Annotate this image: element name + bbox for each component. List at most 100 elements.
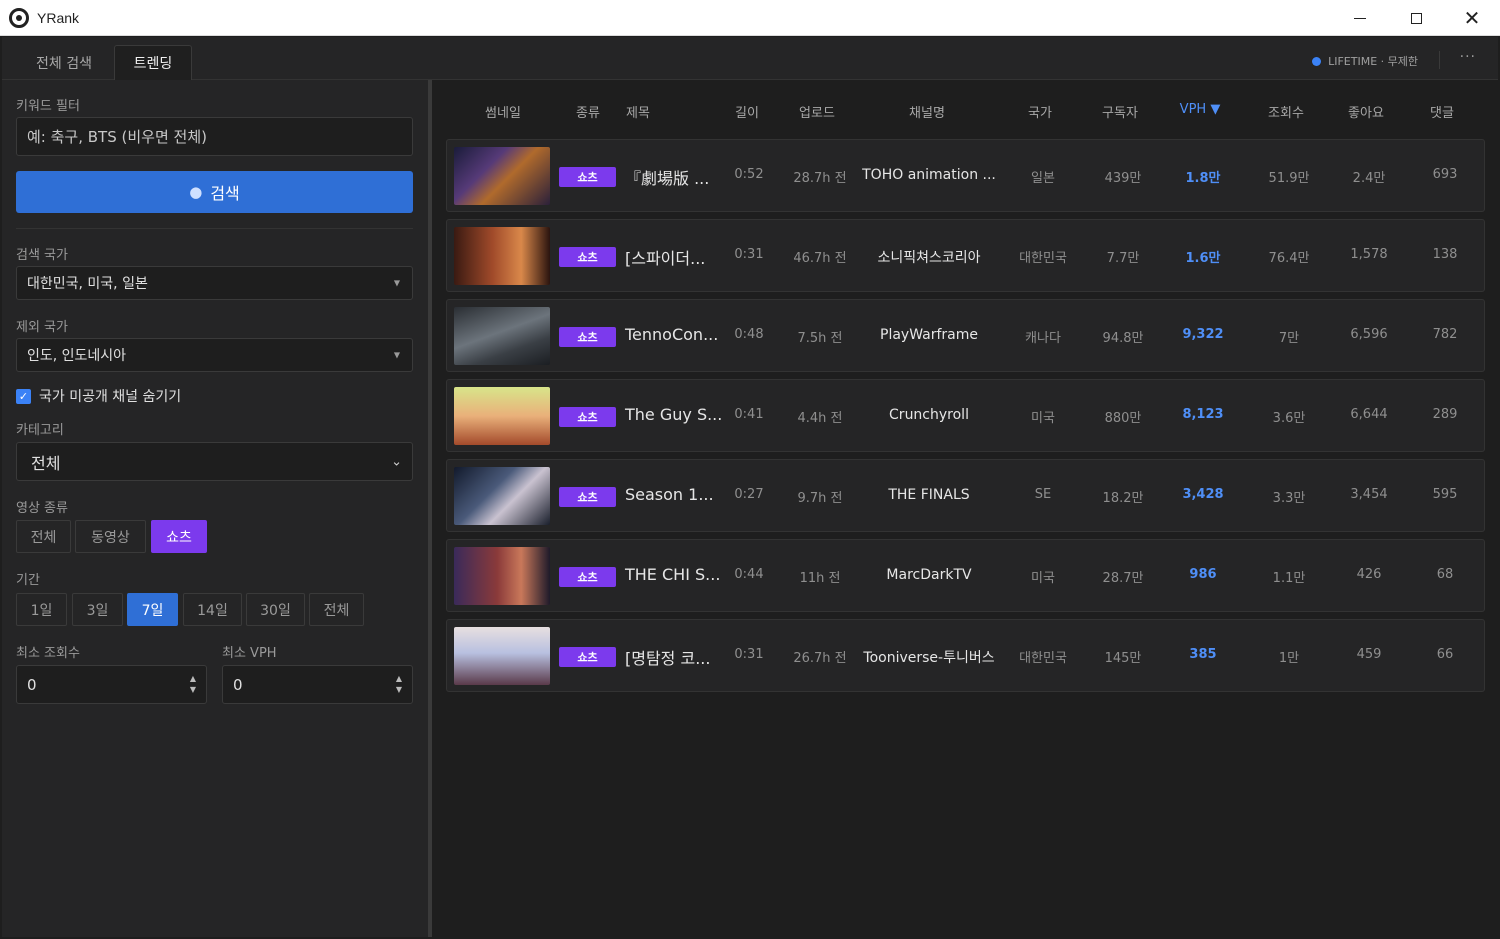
- cell-length: 0:27: [734, 487, 764, 502]
- cell-channel[interactable]: Tooniverse-투니버스: [863, 647, 994, 667]
- cell-subs: 880만: [1104, 411, 1142, 426]
- cell-channel[interactable]: THE FINALS: [888, 487, 969, 503]
- cell-length: 0:48: [734, 327, 764, 342]
- cell-likes: 459: [1356, 647, 1382, 662]
- hide-unlisted-checkbox[interactable]: ✓: [16, 388, 31, 404]
- table-row[interactable]: 쇼츠 The Guy S... 0:41 4.4h 전 Crunchyroll 미국 880…: [446, 379, 1485, 452]
- video-title[interactable]: The Guy S...: [625, 405, 722, 424]
- dropdown-caret-icon: ▼: [393, 278, 400, 288]
- category-select[interactable]: 전체 ⌄: [16, 442, 413, 481]
- category-value: 전체: [31, 453, 61, 473]
- video-type-video[interactable]: 동영상: [75, 520, 146, 553]
- video-type-label: 영상 종류: [16, 501, 68, 516]
- tab-trending[interactable]: 트렌딩: [114, 45, 192, 80]
- hide-unlisted-label: 국가 미공개 채널 숨기기: [39, 389, 182, 405]
- stepper-arrows-icon[interactable]: ▲ ▼: [190, 673, 196, 695]
- video-thumbnail[interactable]: [454, 307, 550, 365]
- col-title[interactable]: 제목: [626, 102, 650, 121]
- cell-channel[interactable]: Crunchyroll: [889, 407, 969, 423]
- video-title[interactable]: THE CHI S...: [625, 565, 720, 584]
- cell-vph: 385: [1189, 647, 1217, 662]
- period-3d[interactable]: 3일: [72, 593, 123, 626]
- cell-country: 일본: [1031, 171, 1055, 186]
- cell-subs: 18.2만: [1102, 491, 1144, 506]
- cell-channel[interactable]: PlayWarframe: [880, 327, 978, 343]
- cell-channel[interactable]: 소니픽쳐스코리아: [877, 247, 980, 267]
- min-vph-value: 0: [233, 675, 243, 694]
- app-logo-icon: [9, 7, 29, 28]
- cell-subs: 94.8만: [1102, 331, 1144, 346]
- video-thumbnail[interactable]: [454, 547, 550, 605]
- video-thumbnail[interactable]: [454, 627, 550, 685]
- min-views-stepper[interactable]: 0 ▲ ▼: [16, 665, 207, 704]
- exclude-country-select[interactable]: 인도, 인도네시아 ▼: [16, 338, 413, 372]
- cell-views: 1.1만: [1272, 571, 1306, 586]
- table-row[interactable]: 쇼츠 TennoCon... 0:48 7.5h 전 PlayWarframe 캐나다 94…: [446, 299, 1485, 372]
- cell-country: 캐나다: [1025, 331, 1061, 346]
- video-thumbnail[interactable]: [454, 467, 550, 525]
- col-thumbnail[interactable]: 썸네일: [485, 102, 521, 121]
- col-channel[interactable]: 채널명: [909, 102, 945, 121]
- period-14d[interactable]: 14일: [183, 593, 242, 626]
- period-1d[interactable]: 1일: [16, 593, 67, 626]
- cell-likes: 2.4만: [1352, 171, 1386, 186]
- col-views[interactable]: 조회수: [1268, 102, 1304, 121]
- period-30d[interactable]: 30일: [246, 593, 305, 626]
- video-title[interactable]: [명탐정 코...: [625, 645, 710, 669]
- video-type-all[interactable]: 전체: [16, 520, 71, 553]
- video-title[interactable]: [스파이더...: [625, 245, 705, 269]
- cell-comments: 782: [1432, 327, 1458, 342]
- period-all[interactable]: 전체: [309, 593, 364, 626]
- video-type-shorts[interactable]: 쇼츠: [151, 520, 207, 553]
- video-title[interactable]: Season 1...: [625, 485, 714, 504]
- period-7d[interactable]: 7일: [127, 593, 178, 626]
- search-country-select[interactable]: 대한민국, 미국, 일본 ▼: [16, 266, 413, 300]
- minimize-button[interactable]: [1332, 0, 1388, 36]
- video-thumbnail[interactable]: [454, 147, 550, 205]
- cell-views: 51.9만: [1268, 171, 1310, 186]
- col-comments[interactable]: 댓글: [1430, 102, 1454, 121]
- cell-vph: 9,322: [1182, 327, 1224, 342]
- license-badge: LIFETIME · 무제한: [1312, 53, 1418, 69]
- col-likes[interactable]: 좋아요: [1348, 102, 1384, 121]
- maximize-button[interactable]: [1388, 0, 1444, 36]
- table-row[interactable]: 쇼츠 Season 1... 0:27 9.7h 전 THE FINALS SE 18.2만…: [446, 459, 1485, 532]
- video-thumbnail[interactable]: [454, 387, 550, 445]
- stepper-arrows-icon[interactable]: ▲ ▼: [396, 673, 402, 695]
- table-row[interactable]: 쇼츠 THE CHI S... 0:44 11h 전 MarcDarkTV 미국 28.7만…: [446, 539, 1485, 612]
- type-badge: 쇼츠: [559, 647, 616, 667]
- minimize-icon: [1354, 17, 1366, 19]
- col-country[interactable]: 국가: [1028, 102, 1052, 121]
- cell-channel[interactable]: MarcDarkTV: [886, 567, 971, 583]
- video-title[interactable]: 『劇場版 ...: [625, 165, 709, 189]
- license-text: LIFETIME · 무제한: [1328, 55, 1418, 68]
- col-subscribers[interactable]: 구독자: [1102, 102, 1138, 121]
- cell-likes: 1,578: [1350, 247, 1388, 262]
- video-title[interactable]: TennoCon...: [625, 325, 718, 344]
- table-row[interactable]: 쇼츠 [명탐정 코... 0:31 26.7h 전 Tooniverse-투니버스 대한민…: [446, 619, 1485, 692]
- col-length[interactable]: 길이: [735, 102, 759, 121]
- tab-all-search[interactable]: 전체 검색: [16, 45, 112, 80]
- min-vph-stepper[interactable]: 0 ▲ ▼: [222, 665, 413, 704]
- more-options-button[interactable]: ···: [1460, 49, 1476, 65]
- hide-unlisted-row[interactable]: ✓ 국가 미공개 채널 숨기기: [16, 386, 181, 406]
- keyword-input[interactable]: 예: 축구, BTS (비우면 전체): [16, 117, 413, 156]
- cell-length: 0:44: [734, 567, 764, 582]
- cell-subs: 439만: [1104, 171, 1142, 186]
- min-views-label: 최소 조회수: [16, 646, 80, 661]
- table-row[interactable]: 쇼츠 『劇場版 ... 0:52 28.7h 전 TOHO animation ... 일…: [446, 139, 1485, 212]
- type-badge: 쇼츠: [559, 567, 616, 587]
- col-vph[interactable]: VPH ▼: [1180, 102, 1221, 117]
- col-type[interactable]: 종류: [576, 102, 600, 121]
- type-badge: 쇼츠: [559, 167, 616, 187]
- cell-views: 3.6만: [1272, 411, 1306, 426]
- col-upload[interactable]: 업로드: [799, 102, 835, 121]
- tab-bar: 전체 검색 트렌딩 LIFETIME · 무제한 ···: [2, 37, 1498, 80]
- video-thumbnail[interactable]: [454, 227, 550, 285]
- table-row[interactable]: 쇼츠 [스파이더... 0:31 46.7h 전 소니픽쳐스코리아 대한민국 7.7만 1.6…: [446, 219, 1485, 292]
- type-badge: 쇼츠: [559, 247, 616, 267]
- close-button[interactable]: ✕: [1444, 0, 1500, 36]
- cell-channel[interactable]: TOHO animation ...: [862, 167, 996, 183]
- filter-sidebar: 키워드 필터 예: 축구, BTS (비우면 전체) ● 검색 검색 국가 대한…: [2, 80, 428, 937]
- search-button[interactable]: ● 검색: [16, 171, 413, 213]
